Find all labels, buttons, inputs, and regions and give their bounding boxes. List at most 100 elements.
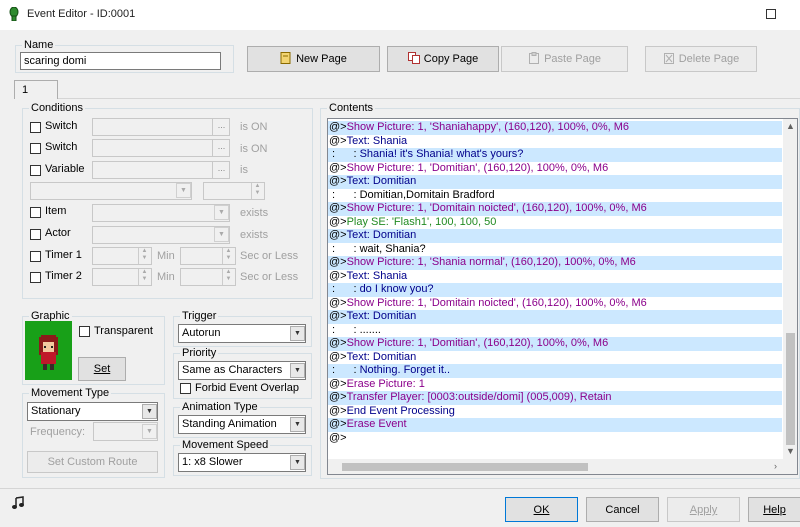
timer2-sec-spin-icon[interactable]: ▲ ▼ [222, 269, 234, 285]
actor-checkbox[interactable] [30, 229, 41, 240]
animation-type-select[interactable]: Standing Animation [178, 415, 306, 434]
event-command-row[interactable]: @>Show Picture: 1, 'Domitian', (160,120)… [328, 162, 782, 176]
copy-page-button[interactable]: Copy Page [387, 46, 499, 72]
switch1-checkbox[interactable] [30, 122, 41, 133]
transparent-checkbox[interactable] [79, 326, 90, 337]
switch1-field[interactable] [92, 118, 230, 136]
scroll-up-icon[interactable]: ▲ [783, 119, 797, 134]
maximize-button[interactable] [766, 9, 776, 19]
variable-spin-arrows-icon[interactable]: ▲ ▼ [251, 183, 263, 199]
chevron-down-icon: ▼ [176, 183, 191, 198]
switch2-field[interactable] [92, 139, 230, 157]
event-command-row[interactable]: : : Shania! it's Shania! what's yours? [328, 148, 782, 162]
event-command-row[interactable]: @>Transfer Player: [0003:outside/domi] (… [328, 391, 782, 405]
event-command-row[interactable]: @> [328, 432, 782, 446]
event-command-row[interactable]: @>Show Picture: 1, 'Domitian', (160,120)… [328, 337, 782, 351]
timer2-label: Timer 2 [45, 270, 82, 282]
switch2-browse-button[interactable]: ... [212, 140, 230, 156]
command-prefix: : : [329, 242, 360, 255]
trigger-select[interactable]: Autorun [178, 324, 306, 343]
timer2-checkbox[interactable] [30, 272, 41, 283]
vertical-scrollbar[interactable]: ▲ ▼ [783, 119, 797, 459]
horizontal-scrollbar[interactable]: › [328, 459, 797, 474]
frequency-label: Frequency: [30, 426, 86, 438]
command-text: ....... [359, 323, 381, 336]
switch2-checkbox[interactable] [30, 143, 41, 154]
event-command-row[interactable]: @>Show Picture: 1, 'Domitain noicted', (… [328, 202, 782, 216]
timer1-min-spin-icon[interactable]: ▲ ▼ [138, 248, 150, 264]
timer1-checkbox[interactable] [30, 251, 41, 262]
forbid-overlap-checkbox[interactable] [180, 383, 191, 394]
variable-browse-button[interactable]: ... [212, 162, 230, 178]
event-command-row[interactable]: @>Text: Domitian [328, 229, 782, 243]
apply-button[interactable]: Apply [667, 497, 740, 522]
movement-speed-select[interactable]: 1: x8 Slower [178, 453, 306, 472]
timer2-min-spin-icon[interactable]: ▲ ▼ [138, 269, 150, 285]
command-text: Shania! it's Shania! what's yours? [359, 148, 524, 160]
actor-select[interactable] [92, 226, 230, 244]
contents-label: Contents [329, 102, 374, 114]
command-text: Erase Picture: 1 [346, 377, 425, 390]
scroll-down-icon[interactable]: ▼ [783, 444, 797, 459]
item-select[interactable] [92, 204, 230, 222]
command-text: Text: Domitian [346, 350, 417, 363]
variable-is-label: is [240, 164, 248, 176]
event-command-row[interactable]: @>Text: Shania [328, 270, 782, 284]
command-prefix: @> [329, 377, 347, 390]
event-command-row[interactable]: @>Text: Domitian [328, 351, 782, 365]
set-graphic-button[interactable]: Set [78, 357, 126, 381]
item-checkbox[interactable] [30, 207, 41, 218]
vertical-scroll-thumb[interactable] [786, 333, 795, 445]
scroll-right-icon[interactable]: › [768, 459, 783, 474]
event-command-row[interactable]: @>Text: Shania [328, 135, 782, 149]
variable-field[interactable] [92, 161, 230, 179]
event-command-row[interactable]: @>Erase Picture: 1 [328, 378, 782, 392]
paste-page-button[interactable]: Paste Page [501, 46, 628, 72]
switch2-is-on-label: is ON [240, 143, 268, 155]
variable-label: Variable [45, 163, 85, 175]
command-text: End Event Processing [346, 404, 455, 417]
variable-checkbox[interactable] [30, 165, 41, 176]
set-custom-route-button[interactable]: Set Custom Route [27, 451, 158, 473]
event-command-row[interactable]: : : ....... [328, 324, 782, 338]
name-input[interactable]: scaring domi [20, 52, 221, 70]
switch1-is-on-label: is ON [240, 121, 268, 133]
music-note-icon[interactable] [11, 496, 25, 510]
delete-page-button[interactable]: Delete Page [645, 46, 757, 72]
command-text: Show Picture: 1, 'Shania normal', (160,1… [346, 256, 636, 268]
event-command-row[interactable]: @>Show Picture: 1, 'Shania normal', (160… [328, 256, 782, 270]
tab-page-1[interactable]: 1 [14, 80, 58, 99]
event-commands-list[interactable]: @>Show Picture: 1, 'Shaniahappy', (160,1… [327, 118, 798, 475]
event-command-row[interactable]: : : Domitian,Domitain Bradford [328, 189, 782, 203]
priority-select[interactable]: Same as Characters [178, 361, 306, 380]
help-button[interactable]: Help [748, 497, 800, 522]
event-command-row[interactable]: @>Text: Domitian [328, 310, 782, 324]
chevron-down-icon: ▼ [290, 326, 305, 341]
event-command-row[interactable]: @>Show Picture: 1, 'Domitain noicted', (… [328, 297, 782, 311]
command-prefix: @> [329, 350, 347, 363]
variable-operator-select[interactable] [30, 182, 192, 200]
event-command-row[interactable]: @>Play SE: 'Flash1', 100, 100, 50 [328, 216, 782, 230]
new-page-button[interactable]: New Page [247, 46, 380, 72]
event-command-row[interactable]: : : Nothing. Forget it.. [328, 364, 782, 378]
event-command-row[interactable]: : : do I know you? [328, 283, 782, 297]
paste-page-icon [528, 49, 540, 64]
event-command-row[interactable]: @>Erase Event [328, 418, 782, 432]
cancel-button[interactable]: Cancel [586, 497, 659, 522]
command-text: Transfer Player: [0003:outside/domi] (00… [346, 391, 612, 403]
ok-button[interactable]: OK [505, 497, 578, 522]
command-prefix: @> [329, 202, 347, 214]
event-command-row[interactable]: @>Text: Domitian [328, 175, 782, 189]
event-command-row[interactable]: @>End Event Processing [328, 405, 782, 419]
help-label: Help [763, 504, 786, 516]
timer1-sec-spin-icon[interactable]: ▲ ▼ [222, 248, 234, 264]
event-command-row[interactable]: @>Show Picture: 1, 'Shaniahappy', (160,1… [328, 121, 782, 135]
paste-page-label: Paste Page [544, 53, 601, 65]
switch1-browse-button[interactable]: ... [212, 119, 230, 135]
actor-exists-label: exists [240, 229, 269, 241]
horizontal-scroll-thumb[interactable] [342, 463, 588, 471]
event-command-row[interactable]: : : wait, Shania? [328, 243, 782, 257]
movement-type-select[interactable]: Stationary [27, 402, 158, 421]
character-sprite-preview[interactable] [25, 321, 72, 380]
command-text: Show Picture: 1, 'Domitian', (160,120), … [346, 161, 609, 174]
